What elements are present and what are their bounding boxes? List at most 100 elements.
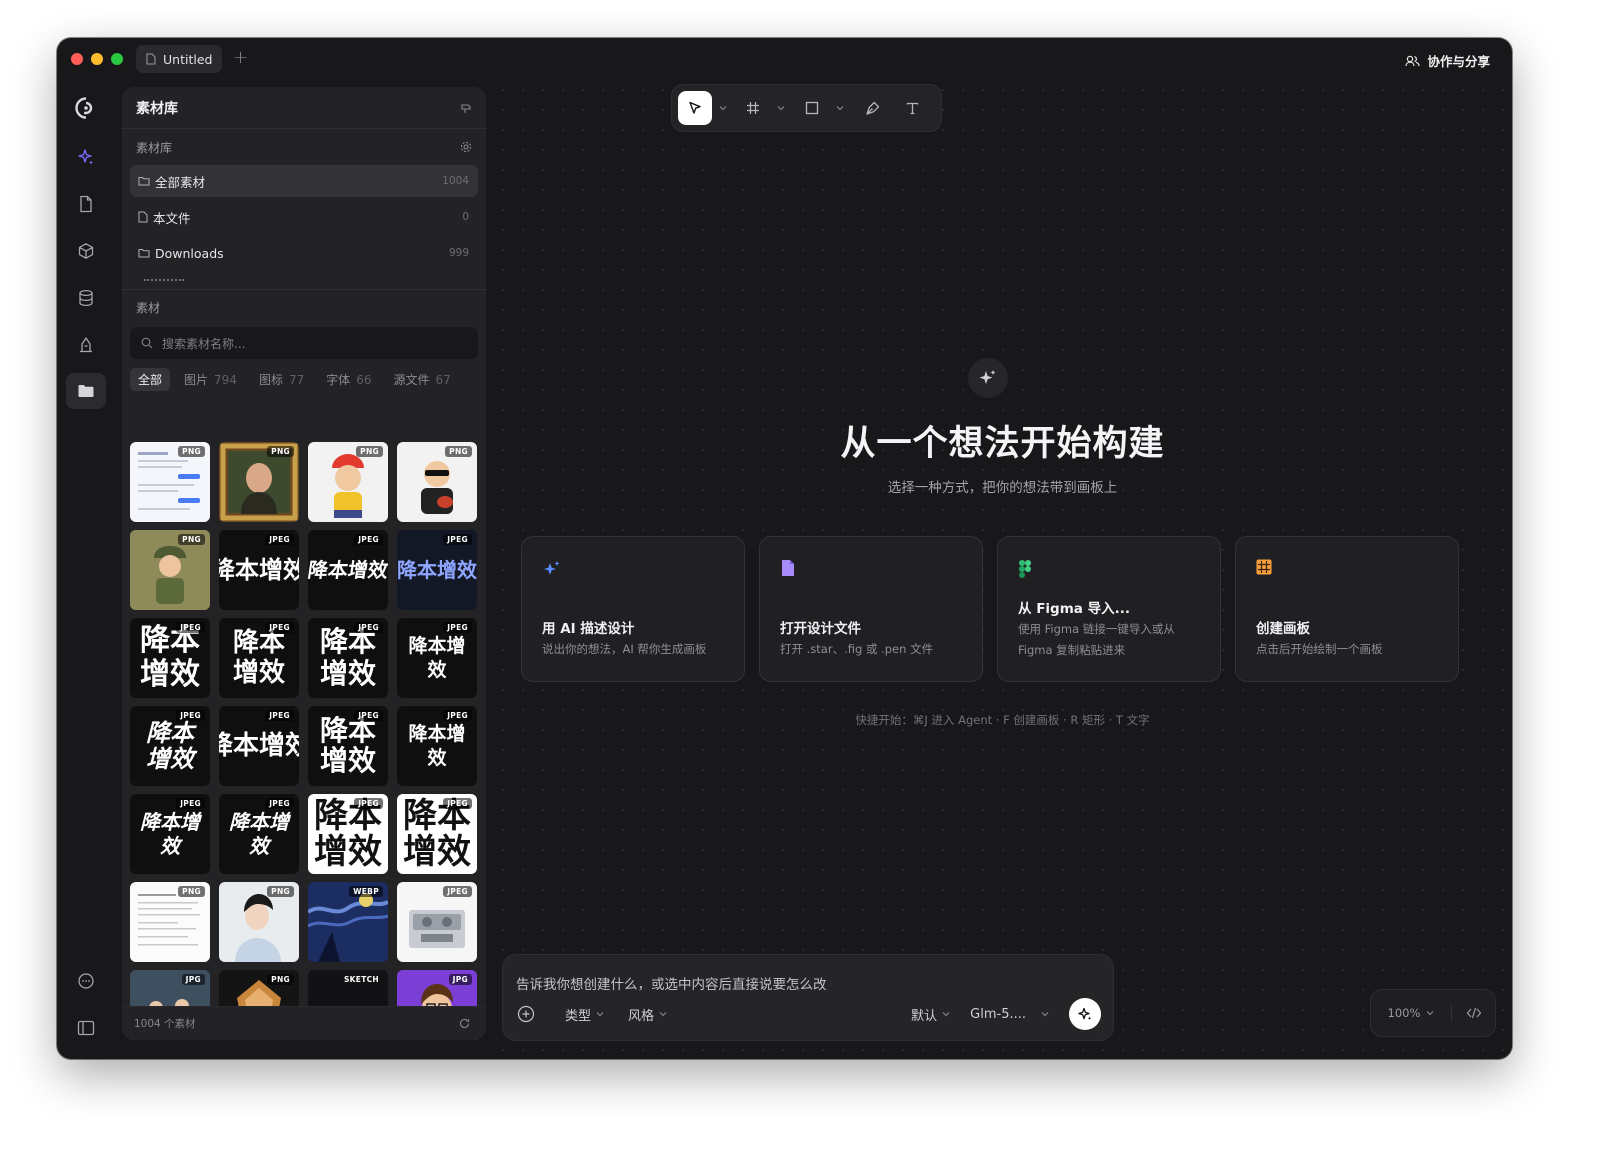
canvas-area[interactable]: 从一个想法开始构建 选择一种方式，把你的想法带到画板上 用 AI 描述设计 说出…: [493, 80, 1512, 1059]
select-tool-button[interactable]: [678, 91, 712, 125]
asset-thumb[interactable]: 降本增效 JPEG: [308, 618, 388, 698]
text-tool-button[interactable]: [894, 91, 930, 125]
folder-item-all[interactable]: 全部素材 1004: [130, 165, 478, 197]
folder-count: 1004: [442, 175, 469, 187]
title-bar: Untitled + 协作与分享: [57, 38, 1512, 80]
layout-icon[interactable]: [66, 1010, 106, 1046]
file-type-badge: JPEG: [265, 798, 294, 809]
frame-tool-button[interactable]: [736, 91, 770, 125]
gear-icon[interactable]: [460, 141, 472, 153]
file-type-badge: PNG: [267, 974, 294, 985]
brush-icon[interactable]: [66, 327, 106, 363]
asset-thumb[interactable]: PNG: [397, 442, 477, 522]
asset-thumb[interactable]: 降本增效 JPEG: [219, 794, 299, 874]
file-type-badge: JPEG: [443, 710, 472, 721]
select-tool-dropdown[interactable]: [712, 91, 734, 125]
file-type-badge: JPEG: [443, 886, 472, 897]
ai-sparkle-icon[interactable]: [66, 139, 106, 175]
asset-thumb[interactable]: 降本增效 JPEG: [397, 530, 477, 610]
folder-icon[interactable]: [66, 373, 106, 409]
asset-thumb[interactable]: 降本增效 JPEG: [397, 794, 477, 874]
file-type-badge: PNG: [178, 886, 205, 897]
style-dropdown[interactable]: 风格: [628, 1005, 667, 1024]
prompt-input[interactable]: 告诉我你想创建什么，或选中内容后直接说要怎么改: [516, 973, 827, 993]
add-icon[interactable]: [517, 1005, 535, 1023]
asset-thumb[interactable]: PNG: [308, 442, 388, 522]
chevron-down-icon: [719, 106, 727, 111]
asset-thumb[interactable]: 降本增效 JPEG: [397, 618, 477, 698]
pen-tool-button[interactable]: [854, 91, 890, 125]
card-create-board[interactable]: 创建画板 点击后开始绘制一个画板: [1235, 536, 1459, 682]
asset-thumb[interactable]: WEBP: [308, 882, 388, 962]
database-icon[interactable]: [66, 280, 106, 316]
asset-thumb[interactable]: 降本增效 JPEG: [219, 618, 299, 698]
file-type-badge: SKETCH: [343, 975, 379, 984]
asset-thumb[interactable]: 降本增效 JPEG: [130, 794, 210, 874]
asset-thumb[interactable]: 降本增效 JPEG: [397, 706, 477, 786]
file-type-badge: JPEG: [354, 798, 383, 809]
chevron-down-icon: [1427, 1011, 1434, 1016]
asset-thumb[interactable]: PNG: [130, 882, 210, 962]
folder-item-downloads[interactable]: Downloads 999: [130, 237, 478, 269]
refresh-icon[interactable]: [459, 1018, 470, 1029]
new-tab-button[interactable]: +: [233, 47, 248, 68]
library-footer: 1004 个素材: [122, 1006, 486, 1040]
file-type-badge: JPEG: [443, 622, 472, 633]
start-options: 用 AI 描述设计 说出你的想法，AI 帮你生成画板 打开设计文件 打开 .st…: [521, 536, 1459, 682]
tool-bar: [671, 84, 942, 132]
asset-thumb[interactable]: PNG: [130, 442, 210, 522]
zoom-level-dropdown[interactable]: 100%: [1371, 1006, 1451, 1020]
users-icon: [1405, 55, 1421, 66]
asset-thumb[interactable]: 降本增效 JPEG: [219, 530, 299, 610]
filter-fonts[interactable]: 字体 66: [318, 368, 379, 391]
folder-item-this-file[interactable]: 本文件 0: [130, 201, 478, 233]
asset-thumb[interactable]: 降本增效 JPEG: [308, 530, 388, 610]
asset-thumb[interactable]: 降本增效 JPEG: [308, 794, 388, 874]
close-window-button[interactable]: [71, 53, 83, 65]
cube-icon[interactable]: [66, 233, 106, 269]
generate-button[interactable]: [1069, 998, 1101, 1030]
code-view-button[interactable]: [1452, 1007, 1495, 1019]
chevron-down-icon: [659, 1012, 667, 1017]
asset-thumb[interactable]: 降本增效 JPEG: [130, 618, 210, 698]
filter-images[interactable]: 图片 794: [176, 368, 245, 391]
share-button[interactable]: 协作与分享: [1405, 51, 1490, 70]
asset-search-input[interactable]: 搜索素材名称...: [130, 327, 478, 359]
maximize-window-button[interactable]: [111, 53, 123, 65]
document-tab[interactable]: Untitled: [136, 45, 222, 73]
rectangle-tool-dropdown[interactable]: [829, 91, 851, 125]
asset-thumb[interactable]: 降本增效 JPEG: [130, 706, 210, 786]
model-dropdown[interactable]: Glm-5....: [970, 1007, 1049, 1022]
filter-source-files[interactable]: 源文件 67: [386, 368, 459, 391]
minimize-window-button[interactable]: [91, 53, 103, 65]
type-dropdown[interactable]: 类型: [565, 1005, 604, 1024]
filter-all[interactable]: 全部: [130, 367, 171, 391]
folder-count: 0: [462, 211, 469, 223]
card-open-file[interactable]: 打开设计文件 打开 .star、.fig 或 .pen 文件: [759, 536, 983, 682]
file-type-badge: PNG: [267, 886, 294, 897]
folder-name: Downloads: [155, 245, 224, 261]
folder-name: 本文件: [153, 210, 191, 226]
card-ai-describe[interactable]: 用 AI 描述设计 说出你的想法，AI 帮你生成画板: [521, 536, 745, 682]
text-icon: [906, 102, 918, 114]
grid-icon: [1256, 559, 1272, 575]
folder-name: 全部素材: [155, 174, 206, 190]
asset-thumb[interactable]: JPEG: [397, 882, 477, 962]
filter-icons[interactable]: 图标 77: [251, 368, 312, 391]
asset-thumb[interactable]: 降本增效 JPEG: [308, 706, 388, 786]
rectangle-tool-button[interactable]: [795, 91, 829, 125]
card-figma-import[interactable]: 从 Figma 导入... 使用 Figma 链接一键导入或从 Figma 复制…: [997, 536, 1221, 682]
asset-thumb[interactable]: PNG: [219, 882, 299, 962]
chevron-down-icon: [1041, 1012, 1049, 1017]
default-mode-dropdown[interactable]: 默认: [911, 1005, 950, 1024]
asset-thumb[interactable]: PNG: [130, 530, 210, 610]
asset-thumb[interactable]: PNG: [219, 442, 299, 522]
asset-thumb[interactable]: 降本增效 JPEG: [219, 706, 299, 786]
logo-icon[interactable]: [66, 90, 106, 126]
frame-tool-dropdown[interactable]: [770, 91, 792, 125]
pin-icon[interactable]: [460, 102, 472, 114]
share-label: 协作与分享: [1427, 54, 1490, 69]
feedback-icon[interactable]: [66, 963, 106, 999]
assets-label: 素材: [136, 300, 161, 315]
file-icon[interactable]: [66, 186, 106, 222]
